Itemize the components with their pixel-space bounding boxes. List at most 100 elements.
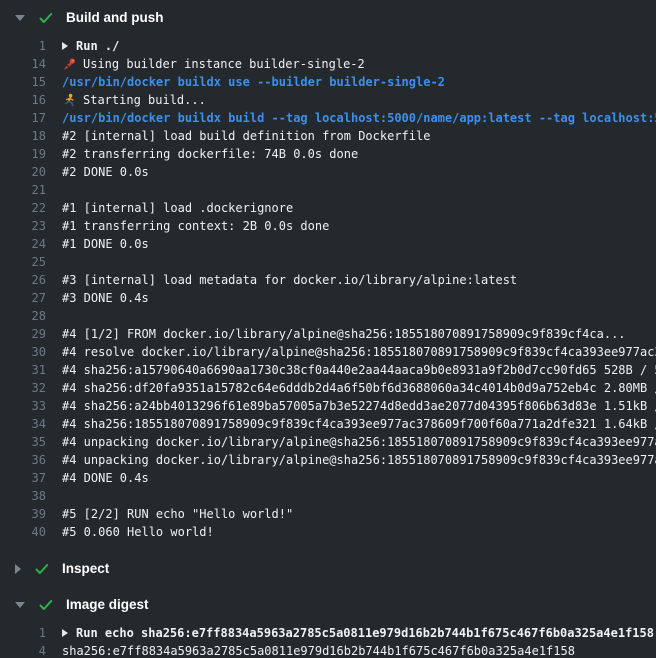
log-text: sha256:e7ff8834a5963a2785c5a0811e979d16b… bbox=[62, 642, 575, 658]
log-text: Run ./ bbox=[76, 37, 119, 55]
line-number[interactable]: 34 bbox=[0, 415, 46, 433]
log-line: 4 sha256:e7ff8834a5963a2785c5a0811e979d1… bbox=[0, 642, 656, 658]
log-line: 16 Starting build... bbox=[0, 91, 656, 109]
log-line: 26 #3 [internal] load metadata for docke… bbox=[0, 271, 656, 289]
log-text: #4 sha256:185518070891758909c9f839cf4ca3… bbox=[62, 415, 656, 433]
log-text: Run echo sha256:e7ff8834a5963a2785c5a081… bbox=[76, 624, 654, 642]
step-title: Inspect bbox=[62, 560, 109, 578]
line-number[interactable]: 1 bbox=[0, 37, 46, 55]
run-toggle-icon[interactable] bbox=[62, 629, 68, 637]
log-text: #1 transferring context: 2B 0.0s done bbox=[62, 217, 329, 235]
log-text: #4 resolve docker.io/library/alpine@sha2… bbox=[62, 343, 656, 361]
line-number[interactable]: 14 bbox=[0, 55, 46, 73]
log-text: /usr/bin/docker buildx build --tag local… bbox=[62, 109, 656, 127]
log-text: #2 [internal] load build definition from… bbox=[62, 127, 430, 145]
step-title: Image digest bbox=[66, 596, 149, 614]
log-text: Using builder instance builder-single-2 bbox=[83, 55, 365, 73]
runner-icon bbox=[62, 93, 77, 108]
line-number[interactable]: 30 bbox=[0, 343, 46, 361]
log-line: 18 #2 [internal] load build definition f… bbox=[0, 127, 656, 145]
line-number[interactable]: 22 bbox=[0, 199, 46, 217]
line-number[interactable]: 19 bbox=[0, 145, 46, 163]
step-title: Build and push bbox=[66, 9, 164, 27]
line-number[interactable]: 35 bbox=[0, 433, 46, 451]
log-text: #4 sha256:df20fa9351a15782c64e6dddb2d4a6… bbox=[62, 379, 656, 397]
log-text: #2 transferring dockerfile: 74B 0.0s don… bbox=[62, 145, 358, 163]
log-line: 32 #4 sha256:df20fa9351a15782c64e6dddb2d… bbox=[0, 379, 656, 397]
log-text: #3 DONE 0.4s bbox=[62, 289, 149, 307]
log-text: /usr/bin/docker buildx use --builder bui… bbox=[62, 73, 445, 91]
line-number[interactable]: 36 bbox=[0, 451, 46, 469]
log-line: 29 #4 [1/2] FROM docker.io/library/alpin… bbox=[0, 325, 656, 343]
line-number[interactable]: 23 bbox=[0, 217, 46, 235]
line-number[interactable]: 33 bbox=[0, 397, 46, 415]
line-number[interactable]: 38 bbox=[0, 487, 46, 505]
log-line: 34 #4 sha256:185518070891758909c9f839cf4… bbox=[0, 415, 656, 433]
log-text: #4 sha256:a15790640a6690aa1730c38cf0a440… bbox=[62, 361, 656, 379]
log-line: 15 /usr/bin/docker buildx use --builder … bbox=[0, 73, 656, 91]
caret-down-icon bbox=[15, 602, 25, 608]
log-text: #5 [2/2] RUN echo "Hello world!" bbox=[62, 505, 293, 523]
step-header[interactable]: Build and push bbox=[0, 0, 656, 34]
log-text: #4 sha256:a24bb4013296f61e89ba57005a7b3e… bbox=[62, 397, 656, 415]
check-icon bbox=[38, 597, 54, 613]
log-line: 22 #1 [internal] load .dockerignore bbox=[0, 199, 656, 217]
log-text: #4 unpacking docker.io/library/alpine@sh… bbox=[62, 451, 656, 469]
log-line: 39 #5 [2/2] RUN echo "Hello world!" bbox=[0, 505, 656, 523]
line-number[interactable]: 20 bbox=[0, 163, 46, 181]
line-number[interactable]: 32 bbox=[0, 379, 46, 397]
log-line: 14 Using builder instance builder-single… bbox=[0, 55, 656, 73]
line-number[interactable]: 16 bbox=[0, 91, 46, 109]
line-number[interactable]: 39 bbox=[0, 505, 46, 523]
line-number[interactable]: 27 bbox=[0, 289, 46, 307]
log-line: 19 #2 transferring dockerfile: 74B 0.0s … bbox=[0, 145, 656, 163]
log-text: #1 [internal] load .dockerignore bbox=[62, 199, 293, 217]
line-number[interactable]: 15 bbox=[0, 73, 46, 91]
check-icon bbox=[34, 561, 50, 577]
line-number[interactable]: 4 bbox=[0, 642, 46, 658]
log-line: 38 bbox=[0, 487, 656, 505]
line-number[interactable]: 40 bbox=[0, 523, 46, 541]
caret-right-icon bbox=[15, 564, 21, 574]
line-number[interactable]: 28 bbox=[0, 307, 46, 325]
log-line: 40 #5 0.060 Hello world! bbox=[0, 523, 656, 541]
log-line: 1 Run ./ bbox=[0, 37, 656, 55]
log-line: 35 #4 unpacking docker.io/library/alpine… bbox=[0, 433, 656, 451]
log-text: #1 DONE 0.0s bbox=[62, 235, 149, 253]
step-header[interactable]: Inspect bbox=[0, 551, 656, 585]
line-number[interactable]: 1 bbox=[0, 624, 46, 642]
log-text: #2 DONE 0.0s bbox=[62, 163, 149, 181]
log-line: 1 Run echo sha256:e7ff8834a5963a2785c5a0… bbox=[0, 624, 656, 642]
log-line: 27 #3 DONE 0.4s bbox=[0, 289, 656, 307]
step-log: 1 Run ./ 14 Using builder instance build… bbox=[0, 34, 656, 549]
workflow-step: Inspect bbox=[0, 551, 656, 585]
log-text: #4 DONE 0.4s bbox=[62, 469, 149, 487]
log-text: #4 [1/2] FROM docker.io/library/alpine@s… bbox=[62, 325, 626, 343]
line-number[interactable]: 18 bbox=[0, 127, 46, 145]
line-number[interactable]: 29 bbox=[0, 325, 46, 343]
pushpin-icon bbox=[62, 57, 77, 72]
log-line: 31 #4 sha256:a15790640a6690aa1730c38cf0a… bbox=[0, 361, 656, 379]
line-number[interactable]: 37 bbox=[0, 469, 46, 487]
log-line: 24 #1 DONE 0.0s bbox=[0, 235, 656, 253]
log-line: 33 #4 sha256:a24bb4013296f61e89ba57005a7… bbox=[0, 397, 656, 415]
log-line: 25 bbox=[0, 253, 656, 271]
log-line: 37 #4 DONE 0.4s bbox=[0, 469, 656, 487]
workflow-step: Image digest 1 Run echo sha256:e7ff8834a… bbox=[0, 587, 656, 658]
line-number[interactable]: 26 bbox=[0, 271, 46, 289]
log-text: Starting build... bbox=[83, 91, 206, 109]
step-log: 1 Run echo sha256:e7ff8834a5963a2785c5a0… bbox=[0, 621, 656, 658]
run-toggle-icon[interactable] bbox=[62, 42, 68, 50]
caret-down-icon bbox=[15, 15, 25, 21]
line-number[interactable]: 17 bbox=[0, 109, 46, 127]
log-text: #3 [internal] load metadata for docker.i… bbox=[62, 271, 517, 289]
step-header[interactable]: Image digest bbox=[0, 587, 656, 621]
line-number[interactable]: 25 bbox=[0, 253, 46, 271]
line-number[interactable]: 31 bbox=[0, 361, 46, 379]
line-number[interactable]: 24 bbox=[0, 235, 46, 253]
line-number[interactable]: 21 bbox=[0, 181, 46, 199]
log-line: 36 #4 unpacking docker.io/library/alpine… bbox=[0, 451, 656, 469]
workflow-log: Build and push 1 Run ./ 14 Using builder… bbox=[0, 0, 656, 658]
log-line: 17 /usr/bin/docker buildx build --tag lo… bbox=[0, 109, 656, 127]
log-text: #4 unpacking docker.io/library/alpine@sh… bbox=[62, 433, 656, 451]
